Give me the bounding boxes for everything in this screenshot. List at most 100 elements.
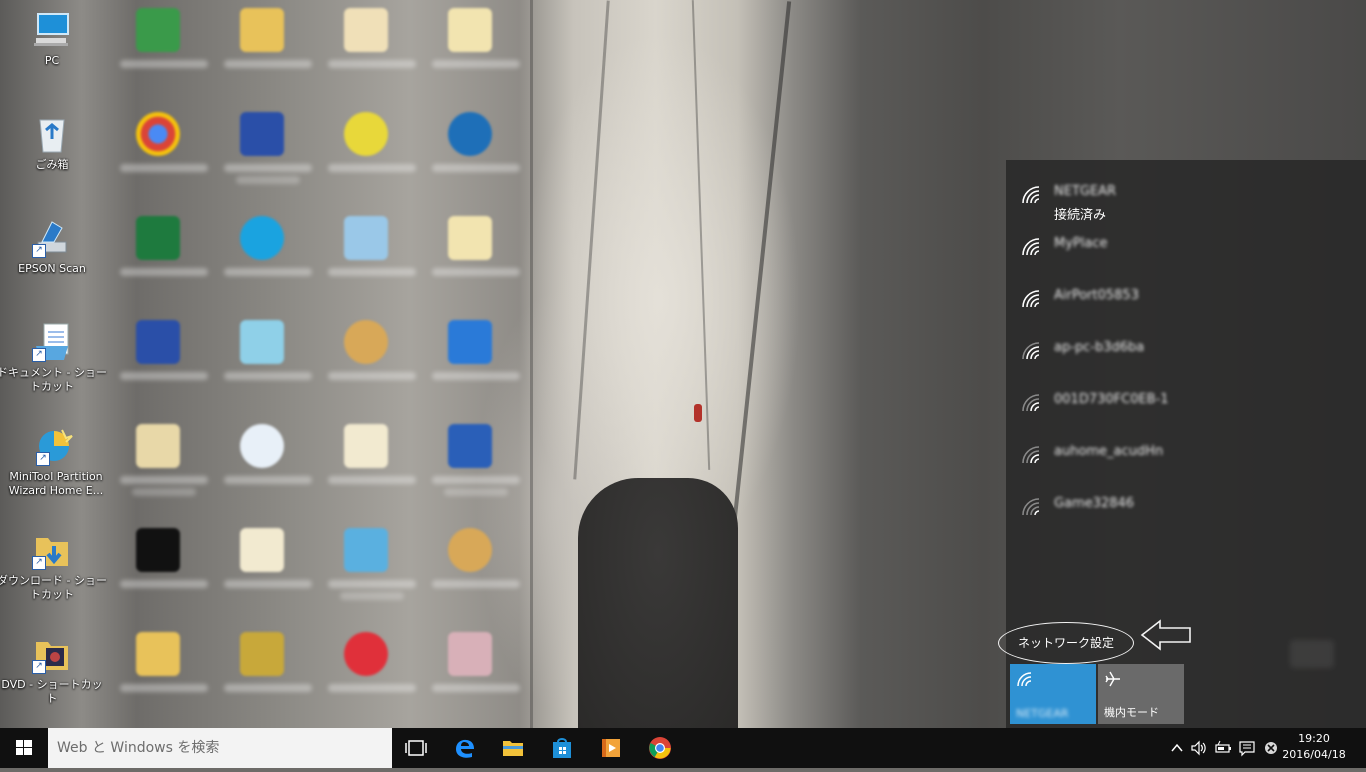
annotation-arrow-icon (1140, 619, 1191, 651)
blurred-icon[interactable] (320, 208, 424, 312)
blurred-icon[interactable] (424, 520, 528, 624)
blurred-icon[interactable] (216, 104, 320, 208)
blurred-icon[interactable] (112, 0, 216, 104)
desktop-icon-epson-scan[interactable]: ↗ EPSON Scan (0, 218, 108, 276)
action-center-icon[interactable] (1238, 739, 1256, 757)
wifi-signal-icon (1022, 498, 1040, 516)
blurred-icon[interactable] (320, 0, 424, 104)
network-ssid: NETGEAR (1054, 184, 1117, 199)
blurred-icon[interactable] (216, 0, 320, 104)
wifi-quick-action-tile[interactable]: NETGEAR (1010, 664, 1096, 724)
wifi-tile-label: NETGEAR (1016, 707, 1069, 720)
desktop-icon-minitool[interactable]: ↗ MiniTool Partition Wizard Home E... (0, 426, 112, 498)
network-status: 接続済み (1054, 208, 1107, 223)
chrome-icon (649, 737, 671, 759)
blurred-icon[interactable] (112, 520, 216, 624)
blurred-icon[interactable] (112, 624, 216, 728)
wifi-signal-icon (1022, 394, 1040, 412)
wifi-signal-icon (1022, 238, 1040, 256)
blurred-icon[interactable] (216, 416, 320, 520)
airplane-mode-tile[interactable]: 機内モード (1098, 664, 1184, 724)
desktop-icon-pc[interactable]: PC (0, 10, 108, 68)
clock[interactable]: 19:20 2016/04/18 (1282, 731, 1346, 763)
network-item[interactable]: MyPlace (1006, 222, 1366, 274)
clock-time: 19:20 (1298, 732, 1330, 745)
wifi-signal-icon (1022, 446, 1040, 464)
task-view-icon (405, 740, 427, 756)
blurred-icon[interactable] (216, 520, 320, 624)
wifi-signal-icon (1022, 186, 1040, 204)
blurred-icon[interactable] (424, 416, 528, 520)
desktop-icon-documents[interactable]: ↗ ドキュメント - ショートカット (0, 322, 108, 394)
airplane-icon (1105, 671, 1120, 687)
desktop-icon-label: EPSON Scan (18, 262, 86, 275)
chrome-button[interactable] (636, 728, 684, 768)
blurred-icon[interactable] (320, 520, 424, 624)
file-explorer-icon (503, 741, 523, 756)
task-view-button[interactable] (392, 728, 440, 768)
network-ssid: Game32846 (1054, 496, 1135, 511)
desktop-icon-recycle-bin[interactable]: ごみ箱 (0, 114, 108, 172)
shortcut-arrow-icon: ↗ (32, 556, 46, 570)
network-item[interactable]: auhome_acudHn (1006, 430, 1366, 482)
clock-date: 2016/04/18 (1282, 748, 1346, 761)
media-player-button[interactable] (587, 728, 635, 768)
blurred-icon[interactable] (320, 624, 424, 728)
edge-button[interactable] (441, 728, 489, 768)
show-hidden-icons-chevron-icon[interactable] (1168, 739, 1186, 757)
store-button[interactable] (538, 728, 586, 768)
network-settings-link[interactable]: ネットワーク設定 (998, 622, 1134, 664)
scanner-icon: ↗ (32, 218, 72, 258)
desktop-icon-label: PC (44, 54, 60, 67)
download-folder-icon: ↗ (32, 530, 72, 570)
blurred-icon[interactable] (424, 208, 528, 312)
blurred-icon[interactable] (320, 104, 424, 208)
blurred-icon[interactable] (112, 416, 216, 520)
battery-icon[interactable] (1214, 739, 1232, 757)
network-ssid: ap-pc-b3d6ba (1054, 340, 1145, 355)
shortcut-arrow-icon: ↗ (32, 660, 46, 674)
climber (694, 404, 702, 422)
media-player-icon (602, 739, 620, 757)
blurred-icon-grid (112, 0, 528, 728)
airplane-mode-label: 機内モード (1104, 706, 1159, 719)
blurred-icon[interactable] (216, 312, 320, 416)
blurred-icon[interactable] (320, 416, 424, 520)
wifi-icon (1017, 672, 1032, 687)
desktop-icon-downloads[interactable]: ↗ ダウンロード - ショートカット (0, 530, 108, 602)
search-input[interactable] (48, 728, 392, 768)
network-ssid: auhome_acudHn (1054, 444, 1164, 459)
store-icon (553, 738, 571, 758)
volume-icon[interactable] (1190, 739, 1208, 757)
windows-logo-icon (16, 740, 32, 755)
network-ssid: 001D730FC0EB-1 (1054, 392, 1169, 407)
blurred-icon[interactable] (112, 312, 216, 416)
blurred-icon[interactable] (216, 624, 320, 728)
network-item[interactable]: Game32846 (1006, 482, 1366, 534)
blurred-icon[interactable] (424, 312, 528, 416)
blurred-icon[interactable] (216, 208, 320, 312)
obscured-region (1290, 640, 1334, 668)
blurred-icon[interactable] (424, 624, 528, 728)
wifi-signal-icon (1022, 290, 1040, 308)
desktop-icon-label: ごみ箱 (35, 158, 69, 171)
network-ssid: MyPlace (1054, 236, 1108, 251)
network-item[interactable]: AirPort05853 (1006, 274, 1366, 326)
blurred-icon[interactable] (424, 104, 528, 208)
network-item[interactable]: NETGEAR 接続済み (1006, 170, 1366, 223)
blurred-icon[interactable] (112, 104, 216, 208)
desktop-icon-dvd[interactable]: ↗ DVD - ショートカット (0, 634, 108, 706)
start-button[interactable] (0, 728, 48, 768)
blurred-icon[interactable] (320, 312, 424, 416)
network-disconnected-icon[interactable] (1262, 739, 1280, 757)
document-icon: ↗ (32, 322, 72, 362)
blurred-icon[interactable] (112, 208, 216, 312)
shortcut-arrow-icon: ↗ (36, 452, 50, 466)
network-ssid: AirPort05853 (1054, 288, 1139, 303)
network-item[interactable]: 001D730FC0EB-1 (1006, 378, 1366, 430)
desktop-icon-label: ドキュメント - ショートカット (0, 366, 107, 393)
network-item[interactable]: ap-pc-b3d6ba (1006, 326, 1366, 378)
blurred-icon[interactable] (424, 0, 528, 104)
file-explorer-button[interactable] (489, 728, 537, 768)
edge-icon (456, 739, 474, 758)
